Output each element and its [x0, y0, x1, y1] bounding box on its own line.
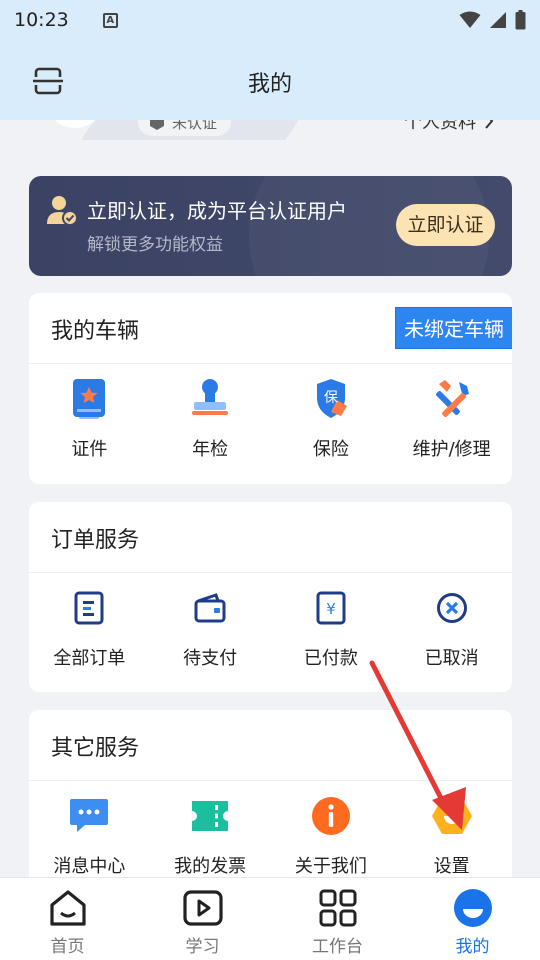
cancelled-item[interactable]: 已取消	[391, 586, 512, 670]
message-icon	[67, 794, 111, 838]
divider	[29, 780, 512, 781]
wallet-icon	[188, 586, 232, 630]
my-invoices-item[interactable]: 我的发票	[150, 794, 271, 878]
bottom-tab-bar: 首页 学习 工作台 我的	[0, 877, 540, 960]
pending-payment-label: 待支付	[183, 648, 238, 669]
certified-user-icon	[47, 196, 78, 226]
tab-home-label: 首页	[50, 937, 85, 957]
play-video-icon	[181, 886, 225, 930]
message-center-label: 消息中心	[53, 856, 126, 877]
vehicle-inspection-label: 年检	[192, 439, 229, 460]
tab-study-label: 学习	[185, 937, 220, 957]
settings-item[interactable]: 设置	[391, 794, 512, 878]
insurance-shield-icon: 保	[309, 377, 353, 421]
orders-grid: 全部订单 待支付 ¥ 已付款 已取消	[29, 586, 512, 670]
profile-section: 未认证 个人资料	[0, 120, 540, 140]
vehicle-inspection-item[interactable]: 年检	[150, 377, 271, 461]
about-us-label: 关于我们	[294, 856, 367, 877]
orders-title: 订单服务	[51, 528, 140, 553]
home-icon	[46, 886, 90, 930]
order-list-icon	[67, 586, 111, 630]
verify-status-text: 未认证	[172, 120, 218, 132]
grid-icon	[316, 886, 360, 930]
tab-mine[interactable]: 我的	[405, 878, 540, 960]
repair-tools-icon	[430, 377, 474, 421]
tab-study[interactable]: 学习	[135, 878, 270, 960]
other-services-grid: 消息中心 我的发票 关于我们 设置	[29, 794, 512, 878]
about-us-item[interactable]: 关于我们	[271, 794, 392, 878]
cancel-circle-icon	[430, 586, 474, 630]
unbound-vehicle-tag[interactable]: 未绑定车辆	[395, 307, 512, 349]
other-services-card: 其它服务 消息中心 我的发票 关于我们 设置	[29, 710, 512, 890]
certification-banner[interactable]: 立即认证，成为平台认证用户 解锁更多功能权益 立即认证	[29, 176, 512, 276]
profile-link-text: 个人资料	[404, 120, 476, 133]
all-orders-item[interactable]: 全部订单	[29, 586, 150, 670]
notification-a-icon: A	[102, 12, 118, 28]
settings-label: 设置	[433, 856, 470, 877]
tab-workbench[interactable]: 工作台	[270, 878, 405, 960]
vehicle-certificate-item[interactable]: 证件	[29, 377, 150, 461]
verify-status-badge[interactable]: 未认证	[138, 120, 232, 136]
ticket-icon	[188, 794, 232, 838]
chevron-right-icon	[485, 120, 494, 129]
page-header: 我的	[0, 40, 540, 120]
paid-item[interactable]: ¥ 已付款	[271, 586, 392, 670]
info-icon	[309, 794, 353, 838]
vehicles-title: 我的车辆	[51, 319, 140, 344]
other-services-title: 其它服务	[51, 736, 140, 761]
tab-mine-label: 我的	[455, 937, 490, 957]
vehicle-insurance-item[interactable]: 保 保险	[271, 377, 392, 461]
vehicle-repair-item[interactable]: 维护/修理	[391, 377, 512, 461]
settings-hexagon-icon	[430, 794, 474, 838]
page-title: 我的	[247, 72, 292, 97]
divider	[29, 572, 512, 573]
wifi-icon	[459, 11, 481, 28]
profile-link[interactable]: 个人资料	[404, 120, 494, 134]
status-time: 10:23	[14, 9, 69, 31]
status-icons	[459, 10, 526, 30]
tab-workbench-label: 工作台	[312, 937, 363, 957]
cell-signal-icon	[490, 12, 506, 28]
status-bar: 10:23 A	[0, 0, 540, 40]
battery-icon	[515, 10, 526, 30]
certificate-icon	[67, 377, 111, 421]
vehicles-card: 我的车辆 未绑定车辆 证件 年检 保 保险 维护/修理	[29, 293, 512, 484]
banner-subtitle: 解锁更多功能权益	[87, 235, 223, 255]
verify-badge-icon	[150, 120, 164, 130]
vehicle-certificate-label: 证件	[71, 439, 108, 460]
orders-card: 订单服务 全部订单 待支付 ¥ 已付款 已取消	[29, 502, 512, 692]
stamp-icon	[188, 377, 232, 421]
profile-icon	[451, 886, 495, 930]
my-invoices-label: 我的发票	[174, 856, 247, 877]
svg-text:保: 保	[324, 390, 338, 406]
vehicle-repair-label: 维护/修理	[412, 439, 491, 460]
paid-label: 已付款	[303, 648, 358, 669]
tab-home[interactable]: 首页	[0, 878, 135, 960]
pending-payment-item[interactable]: 待支付	[150, 586, 271, 670]
divider	[29, 363, 512, 364]
paid-receipt-icon: ¥	[309, 586, 353, 630]
svg-text:¥: ¥	[326, 600, 336, 618]
vehicles-grid: 证件 年检 保 保险 维护/修理	[29, 377, 512, 461]
banner-title: 立即认证，成为平台认证用户	[87, 199, 347, 223]
all-orders-label: 全部订单	[53, 648, 126, 669]
certify-now-button[interactable]: 立即认证	[396, 204, 495, 246]
vehicle-insurance-label: 保险	[312, 439, 349, 460]
message-center-item[interactable]: 消息中心	[29, 794, 150, 878]
cancelled-label: 已取消	[424, 648, 479, 669]
